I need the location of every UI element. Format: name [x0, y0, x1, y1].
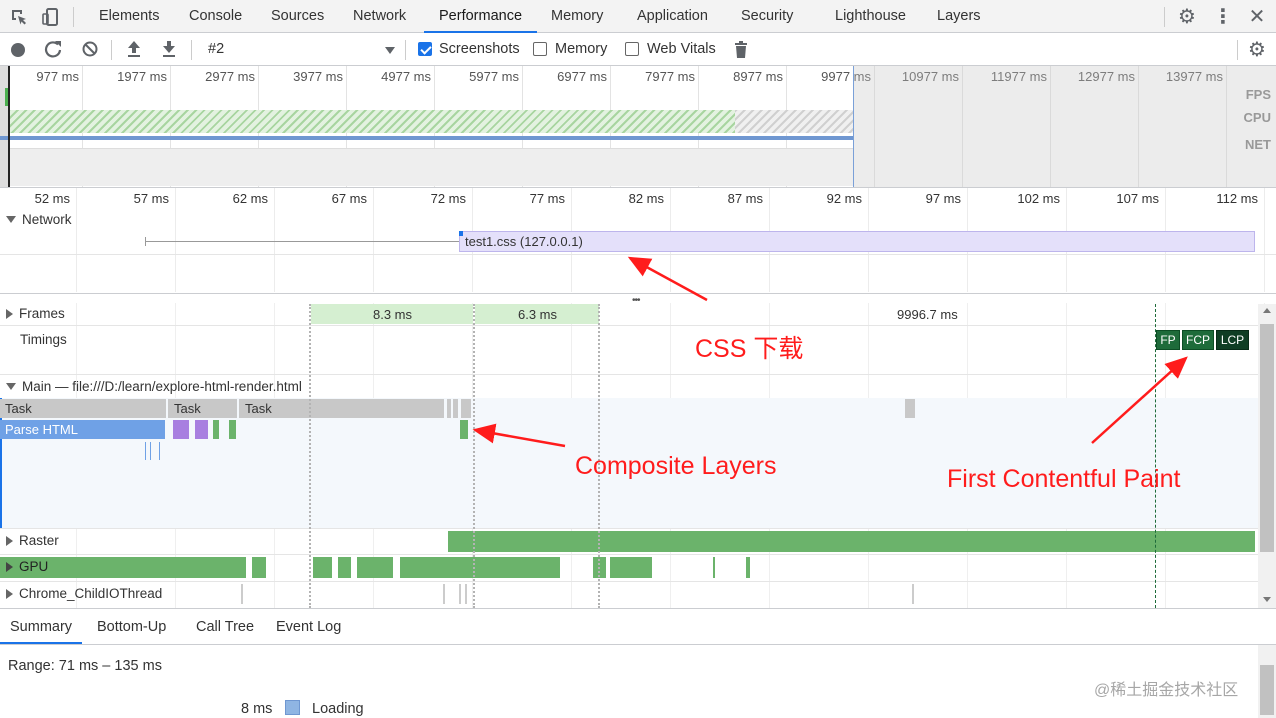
- composite-arrow: [472, 423, 566, 448]
- summary-range: Range: 71 ms – 135 ms: [8, 658, 162, 674]
- bottom-panel: [0, 608, 1276, 718]
- bottom-tab-summary[interactable]: Summary: [0, 612, 83, 644]
- bottom-scrollbar-thumb[interactable]: [1260, 665, 1274, 715]
- fcp-arrow: [1091, 356, 1188, 444]
- bottom-tab-bottom-up[interactable]: Bottom-Up: [97, 612, 166, 644]
- summary-loading-ms: 8 ms: [241, 701, 273, 717]
- bottom-scrollbar[interactable]: [1258, 645, 1276, 718]
- bottom-tabs-divider: [0, 644, 1276, 645]
- css-arrow: [627, 256, 708, 302]
- bottom-tab-call-tree[interactable]: Call Tree: [196, 612, 254, 644]
- annotation-first-contentful-paint: First Contentful Paint: [947, 465, 1181, 493]
- annotation-composite-layers: Composite Layers: [575, 452, 777, 480]
- summary-loading-label: Loading: [312, 701, 364, 717]
- bottom-tab-event-log[interactable]: Event Log: [276, 612, 341, 644]
- watermark: @稀土掘金技术社区: [1094, 682, 1239, 699]
- annotation-css-download: CSS 下载: [695, 335, 804, 363]
- loading-color-swatch: [285, 700, 300, 715]
